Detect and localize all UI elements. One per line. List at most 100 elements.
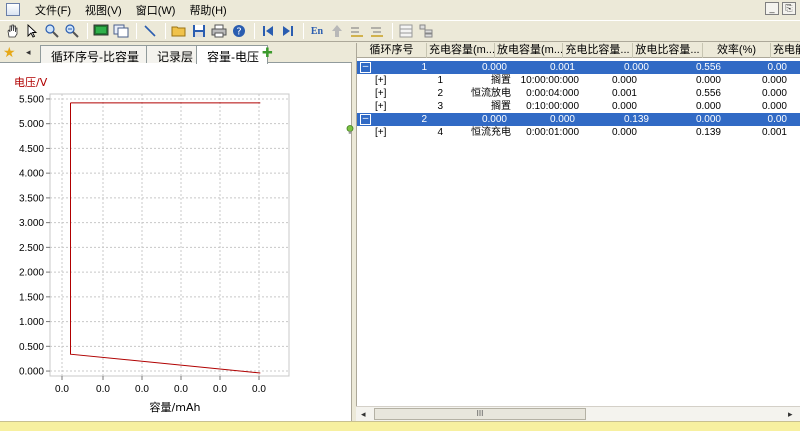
cycle-group-row[interactable]: – 1 0.000 0.001 0.000 0.556 0.00	[357, 61, 800, 74]
table-cell: 0.001	[549, 62, 575, 73]
table-header: 循环序号 充电容量(m... 放电容量(m... 充电比容量... 放电比容量.…	[357, 43, 800, 58]
next-icon[interactable]	[279, 22, 297, 40]
table-cell: 0.139	[623, 114, 649, 125]
cycle-group-row[interactable]: – 2 0.000 0.000 0.139 0.000 0.00	[357, 113, 800, 126]
table-cell: 0.000	[761, 101, 787, 112]
table-cell: 0.000	[623, 62, 649, 73]
voltage-capacity-chart: 5.500 5.000 4.500 4.000 3.500 3.000 2.500 2.000…	[14, 76, 290, 414]
status-bar	[0, 421, 800, 431]
favorite-star-icon[interactable]: ★	[3, 44, 16, 61]
step-row[interactable]: [+] 2 恒流放电 0:00:04:000 0.001 0.556 0.000	[357, 87, 800, 100]
toolbar: ? En	[0, 20, 800, 42]
app-window: 文件(F) 视图(V) 窗口(W) 帮助(H) _ ⎘ ? En ★ ◂ 循环序…	[0, 0, 800, 431]
line-tool-icon[interactable]	[141, 22, 159, 40]
zoom-out-icon[interactable]	[63, 22, 81, 40]
tab-record-layer[interactable]: 记录层	[146, 45, 203, 64]
collapse-icon[interactable]: –	[360, 114, 371, 125]
column-header-cycle[interactable]: 循环序号	[357, 43, 427, 58]
restore-button[interactable]: ⎘	[782, 2, 796, 15]
tab-cycle-specific-capacity[interactable]: 循环序号-比容量	[40, 45, 148, 64]
add-tab-icon[interactable]: ✚	[262, 45, 273, 61]
tab-capacity-voltage[interactable]: 容量-电压	[196, 45, 268, 64]
table-cell: 0:00:04:000	[526, 88, 579, 99]
scroll-right-icon[interactable]: ▸	[788, 409, 793, 420]
cell-format-alt-icon[interactable]	[368, 22, 386, 40]
y-tick-label: 4.500	[19, 144, 44, 155]
print-icon[interactable]	[210, 22, 228, 40]
toolbar-separator	[136, 23, 137, 39]
table-cell: 2	[421, 114, 427, 125]
language-en-label: En	[310, 25, 324, 37]
y-tick-label: 2.500	[19, 243, 44, 254]
column-header-discharge-capacity[interactable]: 放电容量(m...	[495, 43, 563, 58]
up-arrow-icon[interactable]	[328, 22, 346, 40]
column-header-charge-specific-capacity[interactable]: 充电比容量...	[563, 43, 633, 58]
table-cell: 0.000	[611, 75, 637, 86]
step-row[interactable]: [+] 1 搁置 10:00:00:000 0.000 0.000 0.000	[357, 74, 800, 87]
data-table-panel: 循环序号 充电容量(m... 放电容量(m... 充电比容量... 放电比容量.…	[356, 43, 800, 421]
select-pointer-icon[interactable]	[23, 22, 41, 40]
expand-toggle[interactable]: [+]	[375, 87, 386, 100]
language-en-button[interactable]: En	[308, 22, 326, 40]
hand-tool-icon[interactable]	[3, 22, 21, 40]
open-folder-icon[interactable]	[170, 22, 188, 40]
table-cell: 1	[437, 75, 443, 86]
y-tick-label: 3.500	[19, 193, 44, 204]
column-header-charge-energy[interactable]: 充电能	[771, 43, 800, 58]
table-cell: 1	[421, 62, 427, 73]
table-cell: 4	[437, 127, 443, 138]
minimize-button[interactable]: _	[765, 2, 779, 15]
svg-text:?: ?	[236, 27, 241, 38]
expand-toggle[interactable]: [+]	[375, 100, 386, 113]
step-row[interactable]: [+] 3 搁置 0:10:00:000 0.000 0.000 0.000	[357, 100, 800, 113]
collapse-icon[interactable]: –	[360, 62, 371, 73]
y-tick-label: 0.500	[19, 342, 44, 353]
previous-icon[interactable]	[259, 22, 277, 40]
table-cell: 0.000	[611, 127, 637, 138]
table-cell: 0.000	[695, 114, 721, 125]
zoom-in-icon[interactable]	[43, 22, 61, 40]
table-cell: 0.001	[761, 127, 787, 138]
menu-view[interactable]: 视图(V)	[78, 2, 129, 18]
toolbar-separator	[303, 23, 304, 39]
grid-view-icon[interactable]	[397, 22, 415, 40]
y-tick-label: 1.000	[19, 317, 44, 328]
chart-area: 5.500 5.000 4.500 4.000 3.500 3.000 2.500 2.000…	[0, 64, 351, 421]
menu-help[interactable]: 帮助(H)	[182, 2, 233, 18]
column-header-discharge-specific-capacity[interactable]: 放电比容量...	[633, 43, 703, 58]
y-axis-label: 电压/V	[14, 76, 48, 89]
table-cell: 0.000	[611, 101, 637, 112]
scrollbar-thumb[interactable]: III	[374, 408, 586, 420]
table-cell: 0.139	[695, 127, 721, 138]
tab-scroll-left-icon[interactable]: ◂	[26, 47, 31, 58]
table-cell: 恒流放电	[471, 88, 511, 99]
x-tick-label: 0.0	[55, 384, 69, 395]
column-header-efficiency[interactable]: 效率(%)	[703, 43, 771, 58]
menu-bar: 文件(F) 视图(V) 窗口(W) 帮助(H) _ ⎘	[0, 0, 800, 19]
column-header-charge-capacity[interactable]: 充电容量(m...	[427, 43, 495, 58]
y-tick-label: 0.000	[19, 367, 44, 378]
x-tick-label: 0.0	[213, 384, 227, 395]
toolbar-separator	[87, 23, 88, 39]
help-icon[interactable]: ?	[230, 22, 248, 40]
table-cell: 0.000	[695, 75, 721, 86]
tree-view-icon[interactable]	[417, 22, 435, 40]
display-list-icon[interactable]	[112, 22, 130, 40]
table-cell: 0.000	[481, 62, 507, 73]
horizontal-scrollbar[interactable]: ◂ III ▸	[356, 406, 800, 421]
expand-toggle[interactable]: [+]	[375, 74, 386, 87]
table-cell: 10:00:00:000	[520, 75, 579, 86]
save-icon[interactable]	[190, 22, 208, 40]
monitor-icon[interactable]	[92, 22, 110, 40]
step-row[interactable]: [+] 4 恒流充电 0:00:01:000 0.000 0.139 0.001	[357, 126, 800, 139]
y-tick-label: 3.000	[19, 218, 44, 229]
toolbar-separator	[165, 23, 166, 39]
cell-format-icon[interactable]	[348, 22, 366, 40]
expand-toggle[interactable]: [+]	[375, 126, 386, 139]
menu-window[interactable]: 窗口(W)	[129, 2, 183, 18]
menu-file[interactable]: 文件(F)	[28, 2, 78, 18]
toolbar-separator	[254, 23, 255, 39]
scroll-left-icon[interactable]: ◂	[361, 409, 366, 420]
table-cell: 0.00	[767, 114, 787, 125]
table-cell: 0.000	[481, 114, 507, 125]
